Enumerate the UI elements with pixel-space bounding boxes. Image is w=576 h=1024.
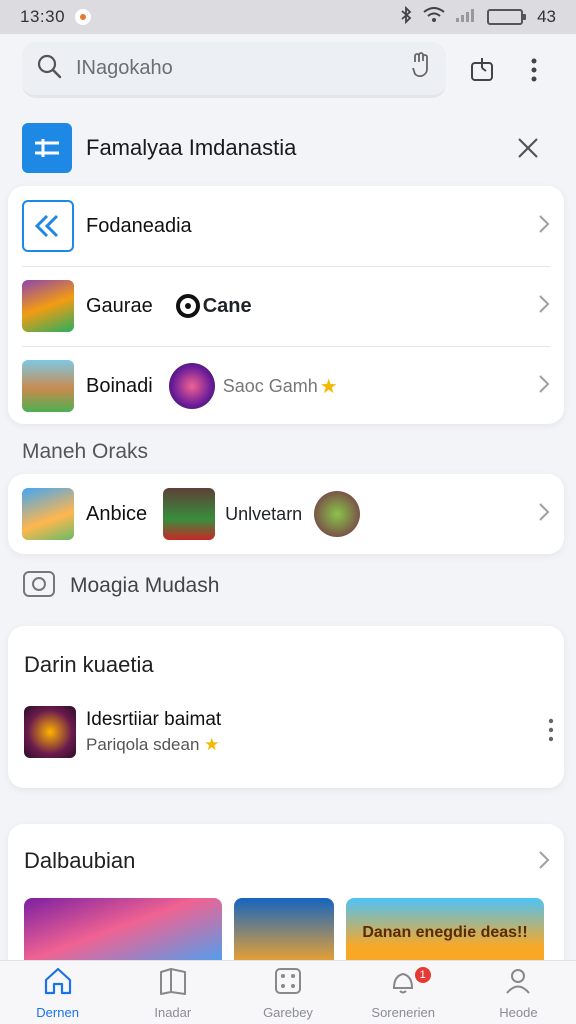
status-indicators: 43: [399, 5, 556, 29]
more-options-icon[interactable]: [548, 717, 554, 748]
nav-label: Heode: [499, 1004, 538, 1020]
chevron-right-icon: [538, 294, 550, 319]
list-item[interactable]: Idesrtiiar baimat Pariqola sdean ★: [24, 706, 554, 758]
nav-label: Dernen: [36, 1004, 79, 1020]
list-item[interactable]: Gaurae Cane: [8, 266, 564, 346]
list-item[interactable]: Boinadi Saoc Gamh ★: [8, 346, 564, 424]
tile-text: Danan enegdie deas!!: [362, 924, 528, 941]
battery-icon: [487, 9, 527, 25]
suggestion-banner[interactable]: Famalyaa Imdanastia: [8, 118, 562, 178]
battery-level: 43: [537, 7, 556, 26]
game-avatar: [314, 491, 361, 537]
voice-input-icon[interactable]: [410, 52, 432, 85]
chevron-right-icon[interactable]: [538, 850, 550, 875]
list-item-label: Boinadi: [86, 374, 153, 397]
list-item[interactable]: Fodaneadia: [8, 186, 564, 266]
nav-item-games[interactable]: Garebey: [230, 961, 345, 1024]
nav-item-notifications[interactable]: 1 Sorenerien: [346, 961, 461, 1024]
cane-logo-icon: [175, 293, 201, 319]
bottom-navigation: Dernen Inadar Garebey 1 Sorenerien Heode: [0, 960, 576, 1024]
search-placeholder: INagokaho: [76, 57, 173, 79]
search-input[interactable]: INagokaho: [22, 42, 446, 98]
list-item-label: Unlvetarn: [225, 503, 303, 524]
game-thumbnail: [24, 706, 76, 758]
game-thumbnail: [163, 488, 216, 540]
nav-label: Sorenerien: [371, 1004, 436, 1020]
search-icon: [36, 53, 62, 84]
cane-label: Cane: [202, 294, 252, 317]
games-card[interactable]: Anbice Unlvetarn: [8, 474, 564, 554]
signal-icon: [455, 7, 477, 28]
book-icon: [158, 966, 188, 1001]
close-icon[interactable]: [508, 128, 548, 168]
featured-tile[interactable]: [24, 898, 222, 968]
list-item-label: Anbice: [86, 502, 148, 525]
list-item-label: Gaurae: [86, 294, 153, 317]
nav-label: Inadar: [154, 1004, 192, 1020]
section-link-label: Moagia Mudash: [70, 573, 220, 597]
banner-title: Famalyaa Imdanastia: [86, 135, 297, 160]
bluetooth-icon: [399, 5, 413, 29]
nav-item-profile[interactable]: Heode: [461, 961, 576, 1024]
nav-label: Garebey: [263, 1004, 313, 1020]
more-options-icon[interactable]: [514, 50, 554, 90]
suggestions-card: Fodaneadia Gaurae Cane Boinadi Saoc Gamh…: [8, 186, 564, 424]
chevron-right-icon: [538, 374, 550, 399]
featured-tile[interactable]: [234, 898, 334, 968]
game-thumbnail: [22, 488, 74, 540]
person-icon: [503, 966, 533, 1001]
notification-icon: [75, 9, 92, 25]
card-heading: Dalbaubian: [24, 848, 136, 873]
status-time: 13:30: [20, 7, 66, 26]
game-label: Saoc Gamh: [222, 375, 318, 396]
section-link[interactable]: Moagia Mudash: [22, 566, 219, 605]
recent-card: Darin kuaetia Idesrtiiar baimat Pariqola…: [8, 626, 564, 788]
chevron-right-icon: [538, 214, 550, 239]
nav-item-book[interactable]: Inadar: [115, 961, 230, 1024]
game-thumbnail: [22, 360, 74, 412]
search-row: INagokaho: [22, 42, 554, 98]
star-icon: ★: [204, 735, 220, 754]
list-item-label: Fodaneadia: [86, 214, 192, 237]
featured-tile[interactable]: Danan enegdie deas!!: [346, 898, 544, 968]
game-thumbnail: [22, 280, 74, 332]
game-avatar: [168, 363, 215, 409]
list-item[interactable]: Anbice Unlvetarn: [8, 474, 564, 554]
camera-icon: [22, 566, 56, 605]
app-thumbnail: [22, 200, 74, 252]
home-icon: [43, 966, 73, 1001]
notification-badge: 1: [414, 967, 431, 983]
item-title: Idesrtiiar baimat: [86, 709, 222, 730]
wifi-icon: [423, 6, 445, 28]
star-icon: ★: [319, 375, 338, 398]
card-heading: Darin kuaetia: [24, 652, 154, 677]
dice-icon: [273, 966, 303, 1001]
bell-icon: [388, 966, 418, 1001]
app-icon: [22, 123, 72, 173]
history-icon[interactable]: [462, 50, 502, 90]
section-title: Maneh Oraks: [22, 440, 149, 463]
nav-item-home[interactable]: Dernen: [0, 961, 115, 1024]
chevron-right-icon: [538, 502, 550, 527]
status-bar: 13:30 43: [0, 0, 576, 34]
item-subtitle: Pariqola sdean ★: [86, 735, 220, 754]
